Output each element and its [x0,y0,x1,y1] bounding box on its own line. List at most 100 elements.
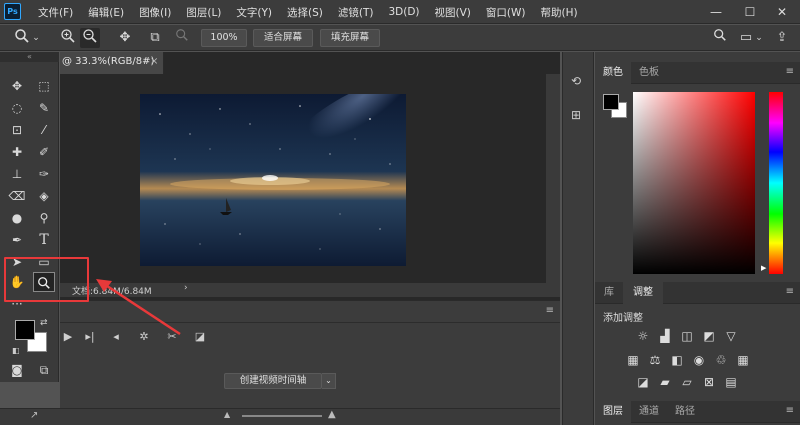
status-menu-chevron[interactable]: › [184,283,188,293]
scissors-icon[interactable]: ✂ [164,329,180,345]
settings-gear-icon[interactable]: ✲ [136,329,152,345]
tab-channels[interactable]: 通道 [631,401,667,423]
render-icon[interactable]: ↗ [30,410,38,421]
chevron-down-icon[interactable]: ⌄ [30,28,42,48]
healing-brush-icon[interactable]: ✚ [6,142,28,162]
menu-filter[interactable]: 滤镜(T) [338,5,374,20]
panel-menu-icon[interactable]: ≡ [786,286,794,297]
tab-layers[interactable]: 图层 [595,401,631,423]
canvas-scrollbar[interactable] [546,74,560,297]
brightness-contrast-icon[interactable]: ☼ [635,328,651,344]
quick-select-tool-icon[interactable]: ✎ [33,98,55,118]
type-tool-icon[interactable]: T [33,230,55,250]
blur-tool-icon[interactable]: ● [6,208,28,228]
create-video-timeline-button[interactable]: 创建视频时间轴 [224,373,322,389]
foreground-color-swatch[interactable] [15,320,35,340]
pen-tool-icon[interactable]: ✒ [6,230,28,250]
eyedropper-tool-icon[interactable]: ⁄ [33,120,55,140]
quick-mask-icon[interactable]: ◙ [6,360,28,380]
zoom-100-button[interactable]: 100% [201,29,247,47]
eraser-tool-icon[interactable]: ⌫ [6,186,28,206]
menu-image[interactable]: 图像(I) [139,5,171,20]
gradient-map-icon[interactable]: ▤ [723,374,739,390]
timeline-zoom-slider[interactable] [242,415,322,417]
menu-edit[interactable]: 编辑(E) [88,5,124,20]
zoom-out-small-icon[interactable]: ▲ [224,410,230,419]
dodge-tool-icon[interactable]: ⚲ [33,208,55,228]
zoom-in-icon[interactable] [58,28,78,48]
fit-screen-button[interactable]: 适合屏幕 [253,29,313,47]
close-tab-icon[interactable]: × [150,56,158,67]
vibrance-icon[interactable]: ▽ [723,328,739,344]
minimize-button[interactable]: — [702,0,730,24]
menu-layer[interactable]: 图层(L) [186,5,221,20]
swap-colors-icon[interactable]: ⇄ [40,318,48,328]
menu-select[interactable]: 选择(S) [287,5,323,20]
zoom-out-icon[interactable] [80,28,100,48]
panel-foreground-swatch[interactable] [603,94,619,110]
hue-slider-marker[interactable]: ▶ [761,264,766,272]
threshold-icon[interactable]: ▱ [679,374,695,390]
brush-tool-icon[interactable]: ✐ [33,142,55,162]
default-colors-icon[interactable]: ◧ [12,346,20,355]
clone-stamp-icon[interactable]: ⊥ [6,164,28,184]
zoom-all-windows-icon[interactable]: ⧉ [145,28,165,48]
resize-windows-icon[interactable]: ✥ [115,28,135,48]
menu-window[interactable]: 窗口(W) [486,5,526,20]
chevron-down-icon[interactable]: ⌄ [754,28,764,48]
menu-type[interactable]: 文字(Y) [236,5,272,20]
tools-panel-grip[interactable]: « [0,52,59,62]
tab-libraries[interactable]: 库 [595,282,623,304]
color-lookup-icon[interactable]: ▦ [735,352,751,368]
workspace-icon[interactable]: ▭ [736,28,756,48]
lasso-tool-icon[interactable]: ◌ [6,98,28,118]
timeline-dropdown-chevron[interactable]: ⌄ [322,373,336,389]
zoom-in-small-icon[interactable]: ▲ [328,409,336,420]
zoom-tool-preset-icon[interactable] [12,28,32,48]
tab-adjustments[interactable]: 调整 [623,282,663,304]
scrubby-zoom-icon[interactable] [172,28,192,48]
levels-icon[interactable]: ▟ [657,328,673,344]
channel-mixer-icon[interactable]: ♲ [713,352,729,368]
close-window-button[interactable]: ✕ [768,0,796,24]
paint-bucket-icon[interactable]: ◈ [33,186,55,206]
transition-icon[interactable]: ◪ [192,329,208,345]
search-icon[interactable] [710,28,730,48]
restore-button[interactable]: ☐ [736,0,764,24]
screen-mode-icon[interactable]: ⧉ [33,360,55,380]
color-picker-field[interactable] [633,92,755,274]
color-balance-icon[interactable]: ⚖ [647,352,663,368]
hue-saturation-icon[interactable]: ▦ [625,352,641,368]
play-icon[interactable]: ▶ [60,329,76,345]
exposure-icon[interactable]: ◩ [701,328,717,344]
marquee-tool-icon[interactable]: ⬚ [33,76,55,96]
hue-slider[interactable] [769,92,783,274]
selective-color-icon[interactable]: ⊠ [701,374,717,390]
move-tool-icon[interactable]: ✥ [6,76,28,96]
black-white-icon[interactable]: ◧ [669,352,685,368]
document-tab[interactable]: @ 33.3%(RGB/8#) × [60,52,164,74]
posterize-icon[interactable]: ▰ [657,374,673,390]
menu-file[interactable]: 文件(F) [38,5,73,20]
tab-paths[interactable]: 路径 [667,401,703,423]
menu-help[interactable]: 帮助(H) [541,5,578,20]
properties-panel-icon[interactable]: ⊞ [571,108,581,122]
invert-icon[interactable]: ◪ [635,374,651,390]
crop-tool-icon[interactable]: ⊡ [6,120,28,140]
canvas-image[interactable] [140,94,406,266]
timeline-menu-icon[interactable]: ≡ [546,305,554,316]
step-forward-icon[interactable]: ▸| [82,329,98,345]
menu-view[interactable]: 视图(V) [435,5,471,20]
tab-color[interactable]: 颜色 [595,62,631,84]
share-icon[interactable]: ⇪ [772,28,792,48]
panel-menu-icon[interactable]: ≡ [786,405,794,416]
audio-icon[interactable]: ◂ [108,329,124,345]
fill-screen-button[interactable]: 填充屏幕 [320,29,380,47]
menu-3d[interactable]: 3D(D) [388,6,419,18]
history-panel-icon[interactable]: ⟲ [571,74,581,88]
panel-menu-icon[interactable]: ≡ [786,66,794,77]
curves-icon[interactable]: ◫ [679,328,695,344]
history-brush-icon[interactable]: ✑ [33,164,55,184]
photo-filter-icon[interactable]: ◉ [691,352,707,368]
tab-swatches[interactable]: 色板 [631,62,667,84]
